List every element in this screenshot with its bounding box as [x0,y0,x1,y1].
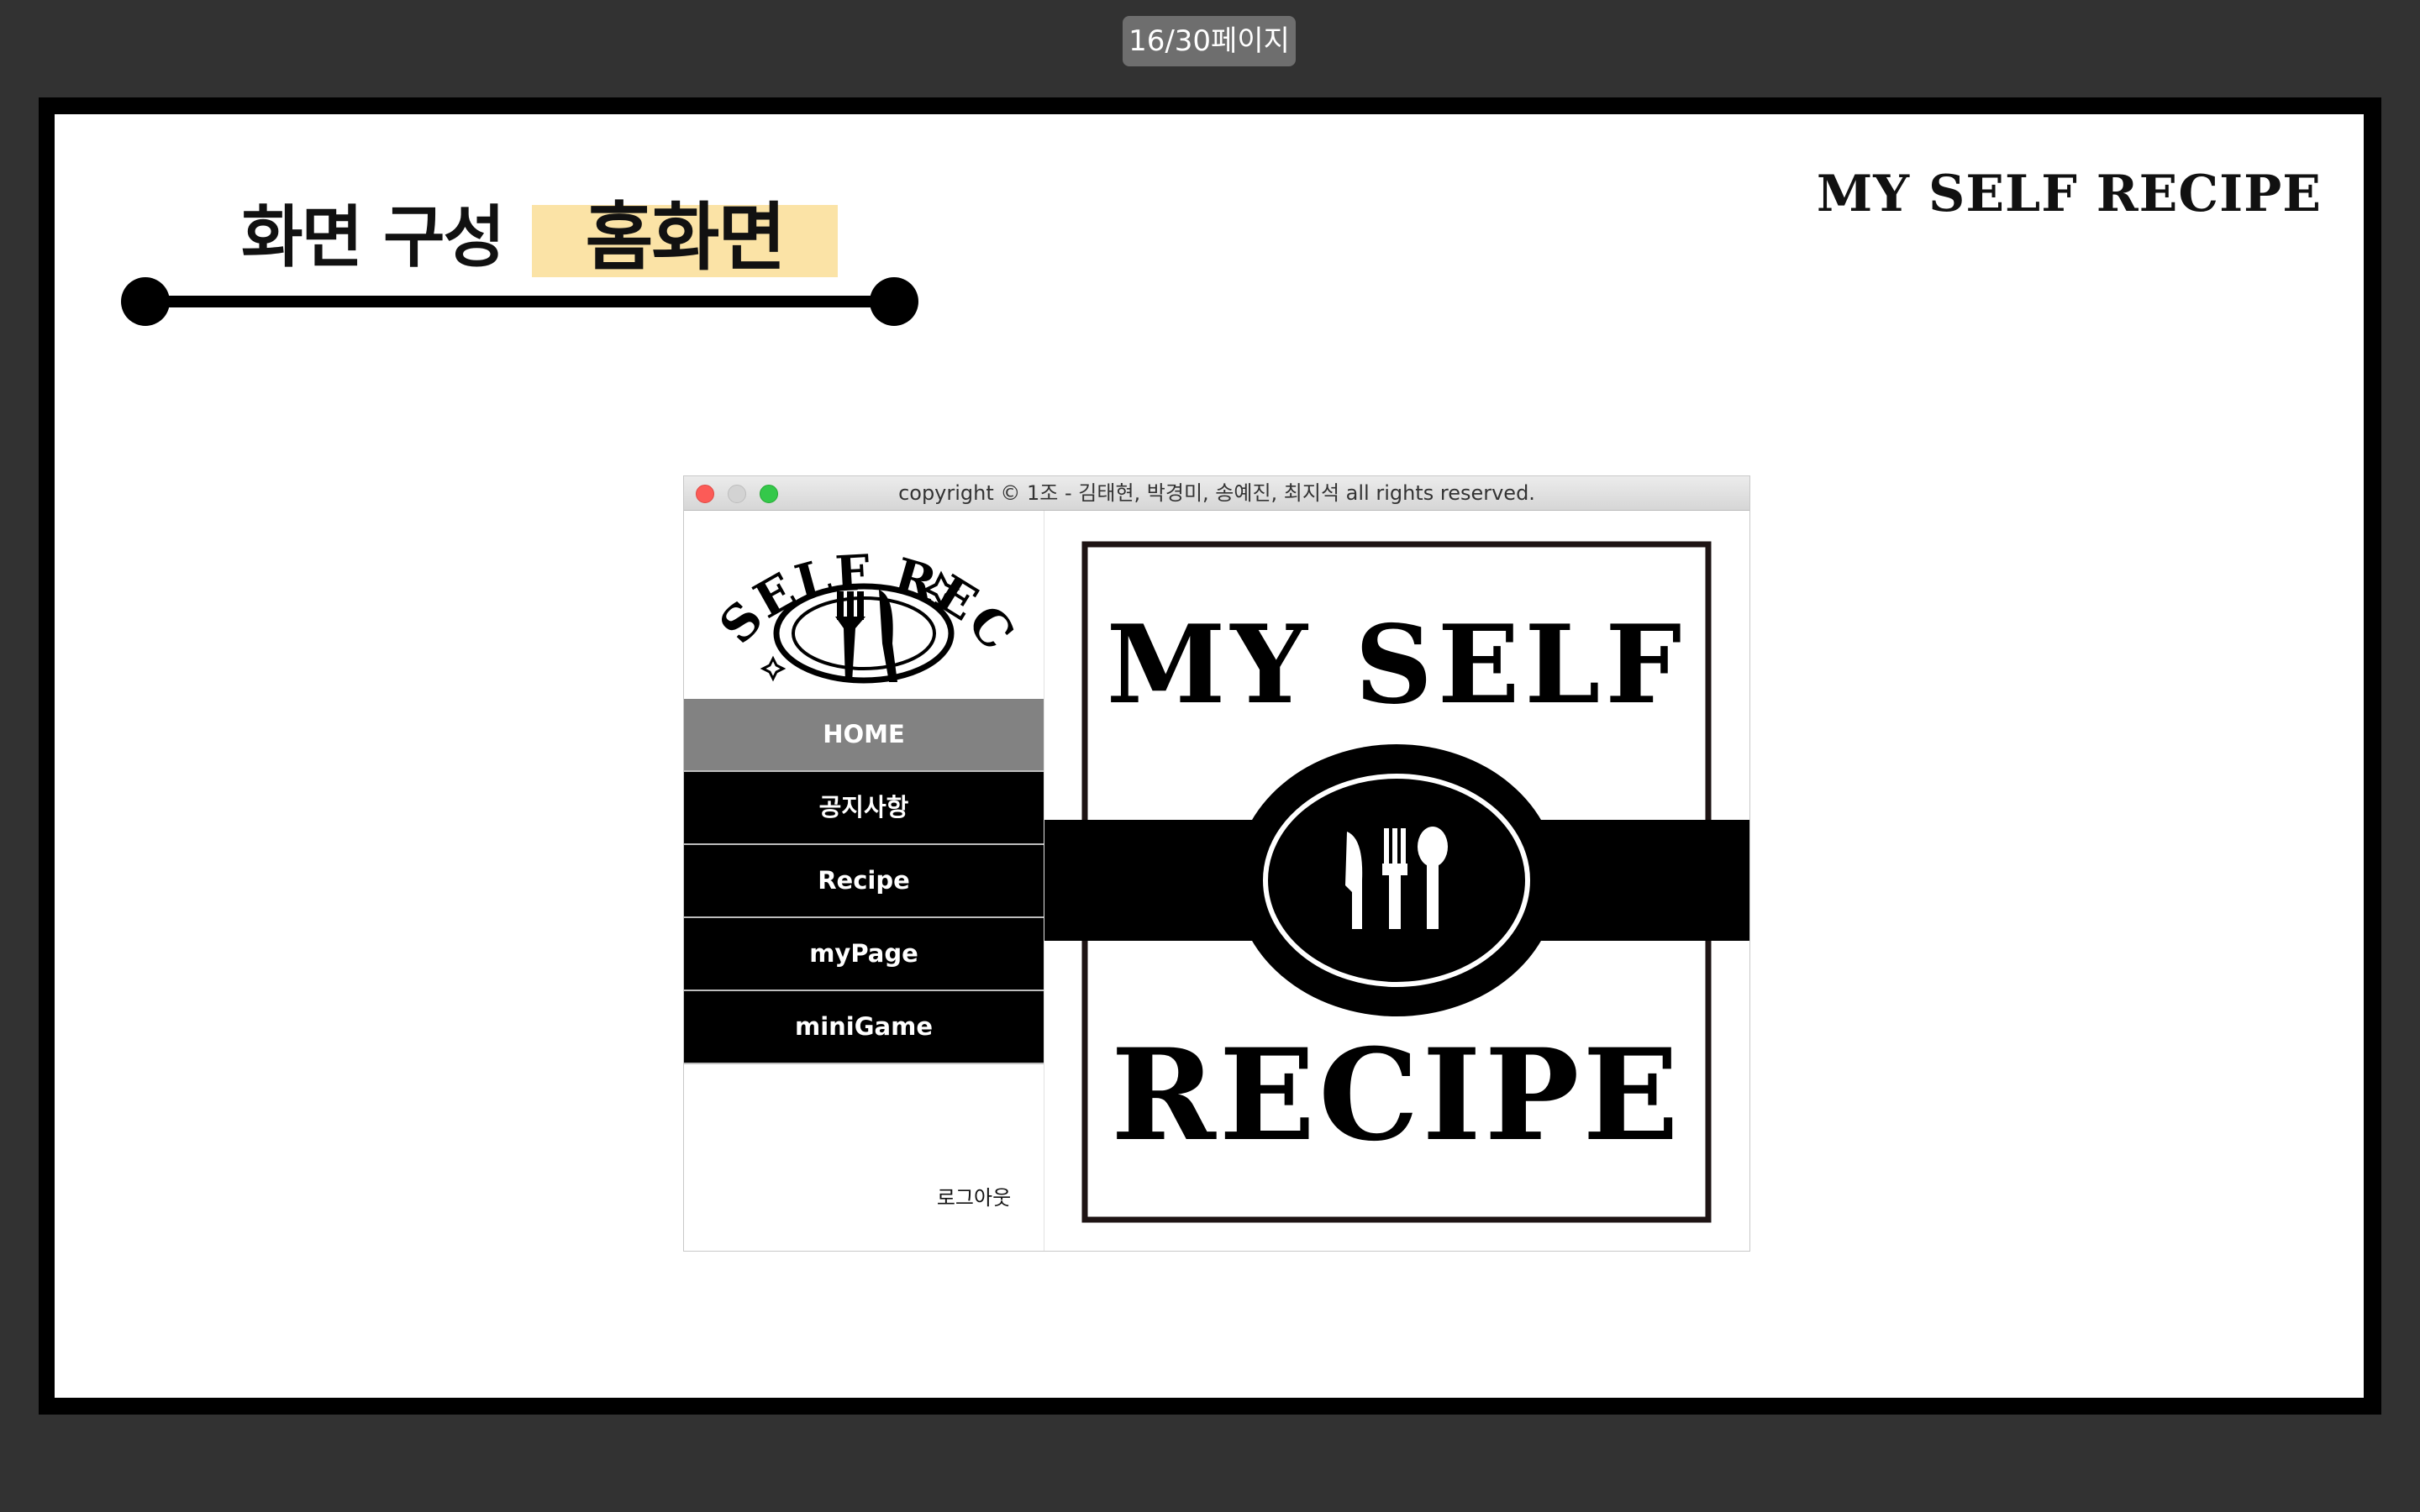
nav-minigame[interactable]: miniGame [684,991,1044,1064]
slide: 화면 구성 홈화면 MY SELF RECIPE copyright © 1조 … [55,114,2364,1398]
poster-top-text: MY SELF [1107,602,1687,728]
app-window: copyright © 1조 - 김태현, 박경미, 송예진, 최지석 all … [683,475,1750,1252]
nav-recipe[interactable]: Recipe [684,845,1044,918]
sidebar: MY SELF RECIPE HOME 공지사항 Recipe myP [684,511,1044,1251]
timeline-dot-right [870,277,918,326]
sidebar-logo: MY SELF RECIPE [696,517,1025,684]
slide-subtitle: 홈화면 [585,194,786,281]
home-poster: MY SELF RECIPE [1044,541,1749,1223]
content-panel: MY SELF RECIPE [1044,511,1749,1251]
sidebar-nav: HOME 공지사항 Recipe myPage miniGame [684,699,1044,1064]
timeline-dot-left [121,277,170,326]
timeline-bar [155,296,902,307]
page-counter: 16/30페이지 [1123,16,1296,66]
sparkle-icon [760,655,786,682]
logout-link[interactable]: 로그아웃 [919,1181,1028,1210]
poster-bottom-text: RECIPE [1111,1021,1682,1169]
window-titlebar[interactable]: copyright © 1조 - 김태현, 박경미, 송예진, 최지석 all … [684,476,1749,511]
nav-notice[interactable]: 공지사항 [684,772,1044,845]
window-title: copyright © 1조 - 김태현, 박경미, 송예진, 최지석 all … [898,481,1535,505]
slide-heading: 화면 구성 [241,198,505,276]
brand-logo-text: MY SELF RECIPE [1816,165,2322,223]
nav-mypage[interactable]: myPage [684,918,1044,991]
nav-home[interactable]: HOME [684,699,1044,772]
